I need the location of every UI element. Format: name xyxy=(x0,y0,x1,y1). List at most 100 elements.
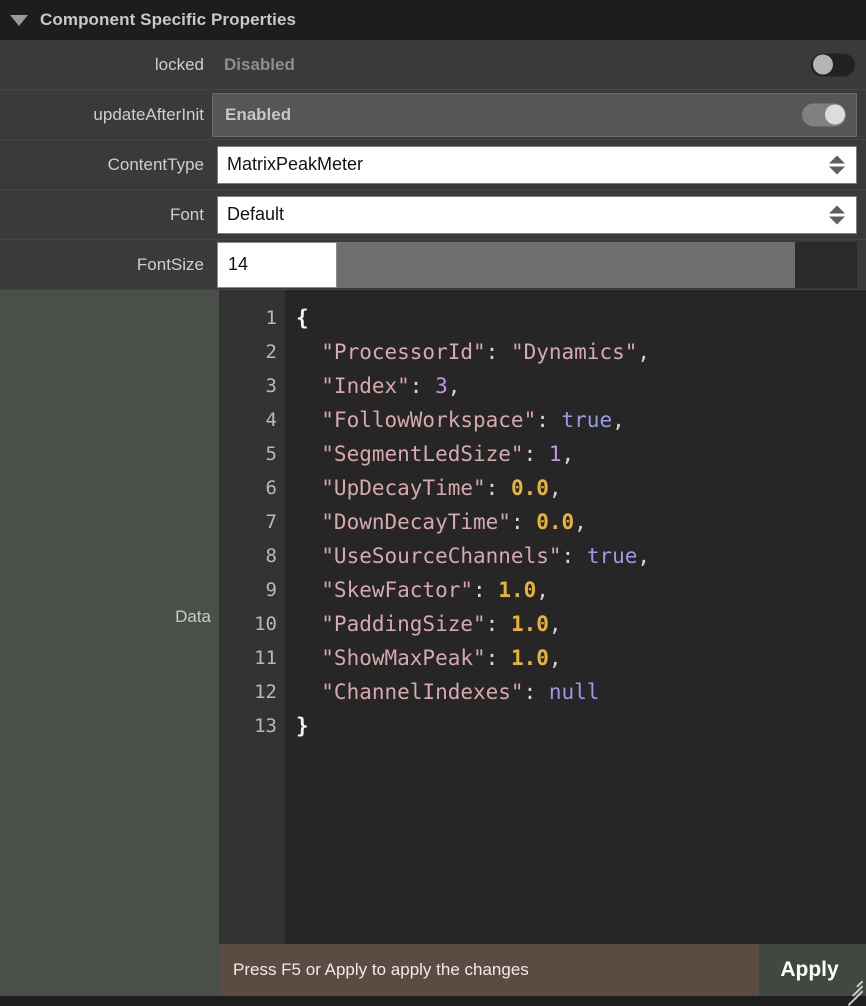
apply-button-label: Apply xyxy=(780,958,839,981)
property-value-locked: Disabled xyxy=(212,40,866,89)
token-punct: , xyxy=(548,612,562,636)
toggle-switch-locked[interactable] xyxy=(811,53,855,76)
token-key: "SegmentLedSize" xyxy=(296,442,524,466)
token-brace: } xyxy=(296,714,309,738)
code-line[interactable]: "UpDecayTime": 0.0, xyxy=(296,471,866,505)
code-line[interactable]: "ShowMaxPeak": 1.0, xyxy=(296,641,866,675)
property-label-locked: locked xyxy=(154,54,204,74)
code-line[interactable]: "FollowWorkspace": true, xyxy=(296,403,866,437)
line-number: 7 xyxy=(265,511,277,533)
token-punct: : xyxy=(510,510,537,534)
status-bar-spacer xyxy=(0,944,219,996)
token-null: null xyxy=(548,680,600,704)
property-label-content-type: ContentType xyxy=(107,154,204,174)
code-line[interactable]: "ChannelIndexes": null xyxy=(296,675,866,709)
code-line[interactable]: "Index": 3, xyxy=(296,369,866,403)
font-value: Default xyxy=(227,204,285,224)
token-float: 0.0 xyxy=(510,476,549,500)
toggle-state-text-locked: Disabled xyxy=(224,54,295,74)
token-string: "Dynamics" xyxy=(510,340,638,364)
section-header[interactable]: Component Specific Properties xyxy=(0,0,866,40)
chevron-down-icon xyxy=(829,166,845,174)
line-number: 8 xyxy=(265,545,277,567)
toggle-switch-update-after-init[interactable] xyxy=(802,103,846,126)
line-number: 9 xyxy=(265,579,277,601)
data-label-sidebar: Data xyxy=(0,290,219,944)
property-value-font: Default xyxy=(212,190,866,239)
token-punct: , xyxy=(561,442,575,466)
token-punct: : xyxy=(485,476,511,500)
property-value-update-after-init: Enabled xyxy=(212,90,866,139)
code-line[interactable]: { xyxy=(296,301,866,335)
token-float: 1.0 xyxy=(510,612,549,636)
property-label-font-size: FontSize xyxy=(136,254,204,274)
code-line[interactable]: "ProcessorId": "Dynamics", xyxy=(296,335,866,369)
token-key: "ChannelIndexes" xyxy=(296,680,524,704)
font-size-slider-fill xyxy=(337,241,795,288)
line-number: 3 xyxy=(265,375,277,397)
token-punct: : xyxy=(523,442,549,466)
toggle-knob-icon xyxy=(812,54,833,75)
code-line[interactable]: "UseSourceChannels": true, xyxy=(296,539,866,573)
token-key: "PaddingSize" xyxy=(296,612,486,636)
chevron-down-icon xyxy=(829,216,845,224)
line-number: 11 xyxy=(254,647,277,669)
token-punct: : xyxy=(561,544,587,568)
font-size-input[interactable]: 14 xyxy=(217,241,337,288)
token-punct: : xyxy=(536,408,562,432)
token-int: 3 xyxy=(435,374,448,398)
status-message-banner: Press F5 or Apply to apply the changes xyxy=(219,944,759,996)
status-message-text: Press F5 or Apply to apply the changes xyxy=(233,960,529,979)
token-float: 0.0 xyxy=(536,510,575,534)
token-key: "FollowWorkspace" xyxy=(296,408,537,432)
line-number: 6 xyxy=(265,477,277,499)
code-line[interactable]: "PaddingSize": 1.0, xyxy=(296,607,866,641)
property-row-update-after-init: updateAfterInit Enabled xyxy=(0,90,866,140)
spinner-arrows-icon[interactable] xyxy=(829,155,845,174)
token-int: 1 xyxy=(548,442,562,466)
chevron-up-icon xyxy=(829,205,845,213)
line-number: 5 xyxy=(265,443,277,465)
line-number: 12 xyxy=(254,681,277,703)
property-row-font: Font Default xyxy=(0,190,866,240)
token-key: "SkewFactor" xyxy=(296,578,474,602)
triangle-down-icon[interactable] xyxy=(10,15,28,26)
font-size-value: 14 xyxy=(228,254,249,274)
line-number: 13 xyxy=(254,715,277,737)
property-row-font-size: FontSize 14 xyxy=(0,240,866,290)
property-value-font-size: 14 xyxy=(212,240,866,289)
apply-button[interactable]: Apply xyxy=(759,944,866,1006)
data-editor-area: Data 1 2 3 4 5 6 7 8 9 10 11 12 13 { "ProcessorId": … xyxy=(0,290,866,944)
code-line[interactable]: "SkewFactor": 1.0, xyxy=(296,573,866,607)
token-punct: : xyxy=(485,612,511,636)
token-key: "Index" xyxy=(296,374,410,398)
json-code-editor[interactable]: 1 2 3 4 5 6 7 8 9 10 11 12 13 { "ProcessorId": "Dyna… xyxy=(219,290,866,944)
section-title: Component Specific Properties xyxy=(40,10,297,29)
chevron-up-icon xyxy=(829,155,845,163)
line-number: 1 xyxy=(265,307,277,329)
toggle-state-text-update-after-init: Enabled xyxy=(225,104,292,124)
code-content[interactable]: { "ProcessorId": "Dynamics", "Index": 3,… xyxy=(285,290,866,944)
token-punct: : xyxy=(485,340,511,364)
line-number-gutter: 1 2 3 4 5 6 7 8 9 10 11 12 13 xyxy=(219,290,285,944)
token-punct: : xyxy=(523,680,549,704)
token-punct: , xyxy=(637,340,651,364)
resize-grip-icon[interactable] xyxy=(841,971,863,1006)
property-label-data: Data xyxy=(175,607,211,626)
font-combobox[interactable]: Default xyxy=(217,195,857,234)
font-size-slider[interactable] xyxy=(337,241,857,288)
code-line[interactable]: "DownDecayTime": 0.0, xyxy=(296,505,866,539)
token-float: 1.0 xyxy=(498,578,537,602)
token-bool: true xyxy=(586,544,638,568)
spinner-arrows-icon[interactable] xyxy=(829,205,845,224)
code-line[interactable]: "SegmentLedSize": 1, xyxy=(296,437,866,471)
property-row-locked: locked Disabled xyxy=(0,40,866,90)
content-type-value: MatrixPeakMeter xyxy=(227,154,364,174)
status-bar: Press F5 or Apply to apply the changes A… xyxy=(0,944,866,1006)
content-type-combobox[interactable]: MatrixPeakMeter xyxy=(217,145,857,184)
token-punct: : xyxy=(473,578,499,602)
token-key: "UpDecayTime" xyxy=(296,476,486,500)
token-punct: , xyxy=(548,646,562,670)
toggle-knob-icon xyxy=(824,104,845,125)
code-line[interactable]: } xyxy=(296,709,866,743)
